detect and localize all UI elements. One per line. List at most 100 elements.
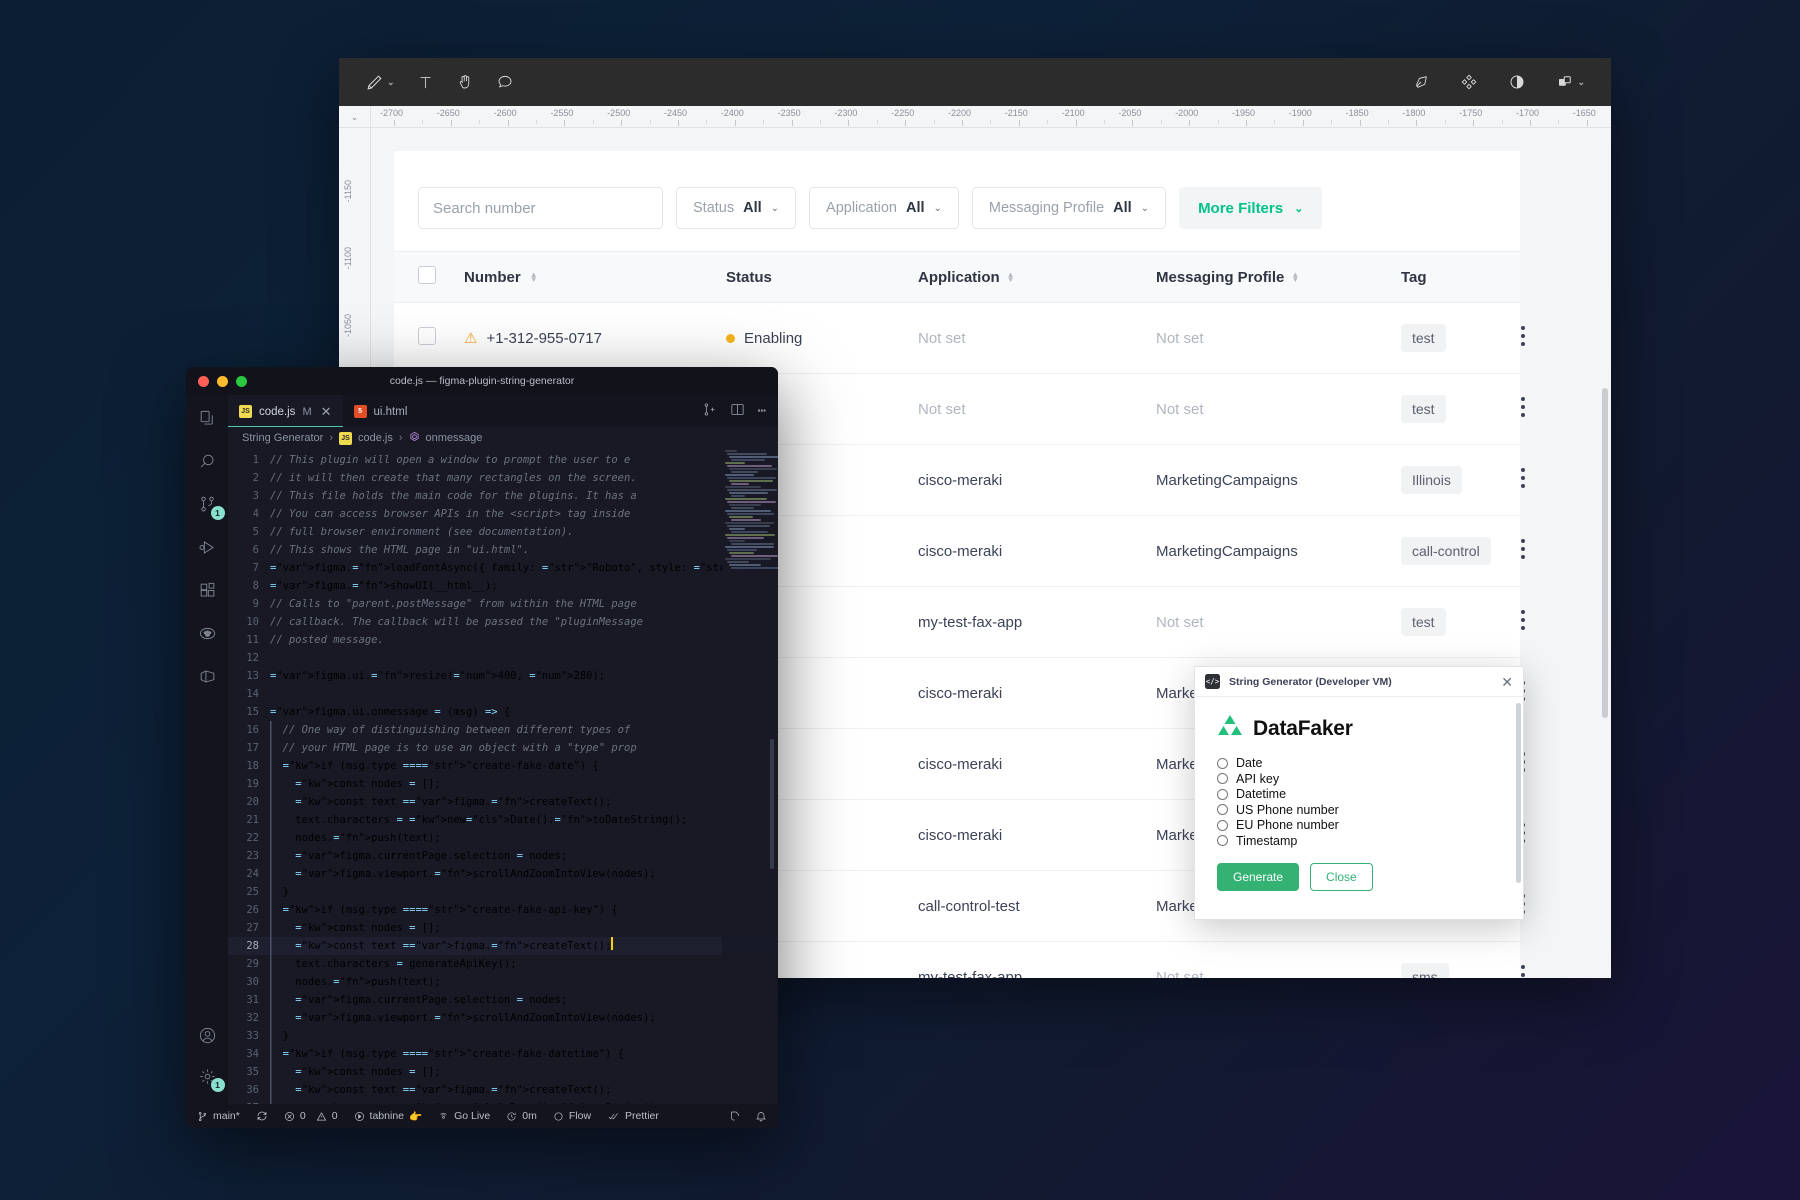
explorer-icon[interactable] bbox=[198, 409, 217, 428]
radio-option[interactable]: Date bbox=[1217, 756, 1501, 770]
breadcrumb-project[interactable]: String Generator bbox=[242, 432, 323, 444]
search-input[interactable] bbox=[418, 187, 663, 229]
radio-option[interactable]: Datetime bbox=[1217, 787, 1501, 801]
settings-gear-icon[interactable]: 1 bbox=[198, 1067, 225, 1092]
code-line[interactable]: 1 // This plugin will open a window to pr… bbox=[228, 451, 778, 469]
code-line[interactable]: 5 // full browser environment (see docume… bbox=[228, 523, 778, 541]
radio-option[interactable]: EU Phone number bbox=[1217, 818, 1501, 832]
radio-button-icon[interactable] bbox=[1217, 804, 1228, 815]
code-line[interactable]: 30 nodes.="fn">push (text); bbox=[228, 973, 778, 991]
code-line[interactable]: 20 ="kw">const text = = "var">figma. = "fn"… bbox=[228, 793, 778, 811]
code-line[interactable]: 33 } bbox=[228, 1027, 778, 1045]
code-content[interactable]: 1 // This plugin will open a window to pr… bbox=[228, 449, 778, 1104]
split-editor-icon[interactable] bbox=[730, 402, 745, 421]
code-editor[interactable]: 1 // This plugin will open a window to pr… bbox=[228, 449, 778, 1104]
pen-tool-icon[interactable]: ⌄ bbox=[365, 73, 395, 92]
status-branch[interactable]: main* bbox=[197, 1110, 240, 1122]
row-menu-button[interactable] bbox=[1521, 965, 1525, 978]
radio-button-icon[interactable] bbox=[1217, 835, 1228, 846]
status-tabnine[interactable]: tabnine 👉 bbox=[354, 1110, 422, 1123]
radio-option[interactable]: US Phone number bbox=[1217, 803, 1501, 817]
select-all-checkbox[interactable] bbox=[418, 265, 464, 289]
code-line[interactable]: 9 // Calls to "parent.postMessage" from w… bbox=[228, 595, 778, 613]
code-line[interactable]: 17 // your HTML page is to use an object… bbox=[228, 739, 778, 757]
code-line[interactable]: 25 } bbox=[228, 883, 778, 901]
column-header-number[interactable]: Number ▲ ▼ bbox=[464, 269, 726, 286]
breadcrumb-symbol[interactable]: onmessage bbox=[426, 432, 483, 444]
source-control-icon[interactable]: 1 bbox=[198, 495, 225, 520]
code-line[interactable]: 24 ="var">figma .viewport. = "fn">scrollAnd… bbox=[228, 865, 778, 883]
code-line[interactable]: 37 text.characters = ="kw">new ="cls">Da… bbox=[228, 1099, 778, 1104]
code-line[interactable]: 10 // callback. The callback will be pass… bbox=[228, 613, 778, 631]
code-line[interactable]: 3 // This file holds the main code for th… bbox=[228, 487, 778, 505]
remote-explorer-icon[interactable] bbox=[198, 667, 217, 686]
minimap[interactable] bbox=[722, 449, 778, 1104]
contrast-icon[interactable] bbox=[1508, 73, 1526, 91]
kebab-menu-icon[interactable] bbox=[1521, 539, 1525, 563]
breadcrumb-file[interactable]: code.js bbox=[358, 432, 393, 444]
code-line[interactable]: 13 ="var">figma .ui. = "fn">resize(= "num">40… bbox=[228, 667, 778, 685]
code-line[interactable]: 12 bbox=[228, 649, 778, 667]
code-line[interactable]: 8 ="var">figma. = "fn">showUI(__html__); bbox=[228, 577, 778, 595]
row-checkbox[interactable] bbox=[418, 327, 464, 349]
radio-button-icon[interactable] bbox=[1217, 773, 1228, 784]
row-menu-button[interactable] bbox=[1521, 468, 1525, 492]
column-header-messaging-profile[interactable]: Messaging Profile ▲ ▼ bbox=[1156, 269, 1401, 286]
kebab-menu-icon[interactable] bbox=[1521, 397, 1525, 421]
pen-nib-icon[interactable] bbox=[1412, 73, 1430, 91]
paw-icon[interactable] bbox=[198, 624, 217, 643]
code-line[interactable]: 2 // it will then create that many rectan… bbox=[228, 469, 778, 487]
tab-code-js[interactable]: JS code.js M ✕ bbox=[228, 395, 343, 427]
column-header-application[interactable]: Application ▲ ▼ bbox=[918, 269, 1156, 286]
more-filters-button[interactable]: More Filters ⌄ bbox=[1179, 187, 1323, 229]
components-icon[interactable] bbox=[1460, 73, 1478, 91]
close-icon[interactable]: ✕ bbox=[321, 404, 332, 420]
text-tool-icon[interactable] bbox=[417, 74, 434, 91]
status-remote-icon[interactable] bbox=[729, 1110, 741, 1122]
account-icon[interactable] bbox=[198, 1026, 217, 1045]
status-go-live[interactable]: Go Live bbox=[438, 1110, 490, 1122]
kebab-menu-icon[interactable] bbox=[1521, 326, 1525, 350]
comment-tool-icon[interactable] bbox=[496, 73, 514, 91]
code-line[interactable]: 19 ="kw">const nodes = []; bbox=[228, 775, 778, 793]
code-line[interactable]: 16 // One way of distinguishing between … bbox=[228, 721, 778, 739]
table-row[interactable]: ⚠ +1-312-955-0717 Enabling Not set Not set te… bbox=[394, 303, 1525, 374]
code-line[interactable]: 15 ="var">figma .ui.onmessage = (msg) => { bbox=[228, 703, 778, 721]
code-line[interactable]: 4 // You can access browser APIs in the <… bbox=[228, 505, 778, 523]
code-line[interactable]: 31 ="var">figma .currentPage.selection = … bbox=[228, 991, 778, 1009]
radio-button-icon[interactable] bbox=[1217, 788, 1228, 800]
code-line[interactable]: 6 // This shows the HTML page in "ui.html… bbox=[228, 541, 778, 559]
kebab-menu-icon[interactable] bbox=[1521, 468, 1525, 492]
close-button[interactable]: Close bbox=[1310, 862, 1373, 891]
code-line[interactable]: 14 bbox=[228, 685, 778, 703]
code-line[interactable]: 11 // posted message. bbox=[228, 631, 778, 649]
run-debug-icon[interactable] bbox=[198, 538, 217, 557]
code-line[interactable]: 32 ="var">figma .viewport. = "fn">scrollAnd… bbox=[228, 1009, 778, 1027]
code-line[interactable]: 34 ="kw">if (msg.type === = "str">"create… bbox=[228, 1045, 778, 1063]
code-line[interactable]: 28 ="kw">const text = = "var">figma. = "fn"… bbox=[228, 937, 778, 955]
kebab-menu-icon[interactable] bbox=[1521, 965, 1525, 978]
code-line[interactable]: 29 text.characters = generateApiKey(); bbox=[228, 955, 778, 973]
code-line[interactable]: 21 text.characters = ="kw">new = "cls">Da… bbox=[228, 811, 778, 829]
status-flow[interactable]: Flow bbox=[553, 1110, 591, 1122]
status-sync-icon[interactable] bbox=[256, 1110, 268, 1122]
canvas-scrollbar[interactable] bbox=[1602, 388, 1608, 718]
generate-button[interactable]: Generate bbox=[1217, 862, 1300, 891]
code-line[interactable]: 26 ="kw">if (msg.type === = "str">"create… bbox=[228, 901, 778, 919]
code-line[interactable]: 35 ="kw">const nodes = []; bbox=[228, 1063, 778, 1081]
tab-ui-html[interactable]: 5 ui.html bbox=[343, 395, 419, 427]
code-line[interactable]: 36 ="kw">const text = = "var">figma. = "fn"… bbox=[228, 1081, 778, 1099]
status-filter[interactable]: Status All ⌄ bbox=[676, 187, 797, 229]
code-line[interactable]: 7 ="var">figma. = "fn">loadFontAsync({ fami… bbox=[228, 559, 778, 577]
row-menu-button[interactable] bbox=[1521, 326, 1525, 350]
kebab-menu-icon[interactable] bbox=[1521, 610, 1525, 634]
status-problems[interactable]: 0 0 bbox=[284, 1110, 338, 1122]
minimap-scrollbar[interactable] bbox=[770, 739, 774, 869]
code-line[interactable]: 27 ="kw">const nodes = []; bbox=[228, 919, 778, 937]
extensions-icon[interactable] bbox=[198, 581, 217, 600]
row-menu-button[interactable] bbox=[1521, 539, 1525, 563]
row-menu-button[interactable] bbox=[1521, 610, 1525, 634]
pen-tool-caret-icon[interactable]: ⌄ bbox=[387, 77, 395, 88]
layers-icon[interactable]: ⌄ bbox=[1556, 73, 1585, 91]
status-prettier[interactable]: Prettier bbox=[607, 1110, 659, 1122]
